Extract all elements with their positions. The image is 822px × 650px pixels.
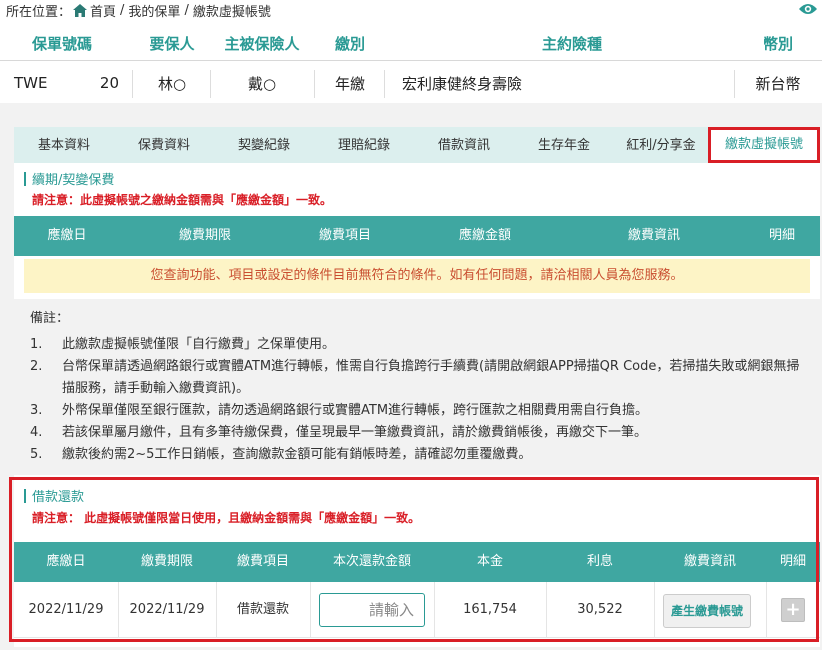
policy-product: 宏利康健終身壽險 (402, 74, 523, 93)
policy-applicant: 林○ (157, 74, 187, 93)
policy-table-header: 保單號碼 要保人 主被保險人 繳別 主約險種 幣別 (0, 27, 822, 61)
renewal-table-header: 應繳日 繳費期限 繳費項目 應繳金額 繳費資訊 明細 (14, 216, 820, 256)
remark-text: 外幣保單僅限至銀行匯款，請勿透過網路銀行或實體ATM進行轉帳，跨行匯款之相關費用… (62, 403, 649, 418)
remark-number: 4. (30, 425, 43, 440)
eye-icon[interactable] (798, 2, 818, 16)
policy-payment-mode: 年繳 (334, 74, 365, 93)
divider (210, 70, 211, 98)
no-data-message: 您查詢功能、項目或設定的條件目前無符合的條件。如有任何問題，請洽相關人員為您服務… (24, 259, 810, 293)
tab-basic-info[interactable]: 基本資料 (14, 127, 114, 163)
policy-number: TWE 20 (14, 74, 120, 92)
remark-text: 繳款後約需2~5工作日銷帳，查詢繳款金額可能有銷帳時差，請確認勿重覆繳費。 (62, 447, 532, 462)
remark-number: 1. (30, 337, 43, 352)
renewal-col-amount: 應繳金額 (458, 228, 511, 243)
tab-premium-info[interactable]: 保費資料 (114, 127, 214, 163)
tab-annuity[interactable]: 生存年金 (514, 127, 614, 163)
loan-section-highlight (9, 477, 819, 642)
remark-text: 台幣保單請透過網路銀行或實體ATM進行轉帳，惟需自行負擔跨行手續費(請開啟網銀A… (62, 359, 800, 396)
remark-number: 5. (30, 447, 43, 462)
remark-item: 2. 台幣保單請透過網路銀行或實體ATM進行轉帳，惟需自行負擔跨行手續費(請開啟… (30, 356, 808, 400)
tab-loan-info[interactable]: 借款資訊 (414, 127, 514, 163)
renewal-notice: 請注意：此虛擬帳號之繳納金額需與「應繳金額」一致。 (32, 193, 333, 207)
renewal-col-detail: 明細 (768, 228, 795, 243)
renewal-col-due-date: 應繳日 (47, 228, 87, 243)
divider (314, 70, 315, 98)
policy-col-number: 保單號碼 (32, 35, 93, 53)
breadcrumb-separator: / (184, 2, 189, 18)
remark-number: 3. (30, 403, 43, 418)
home-icon[interactable] (73, 3, 88, 17)
remark-item: 1. 此繳款虛擬帳號僅限「自行繳費」之保單使用。 (30, 334, 808, 356)
breadcrumb-current: 繳款虛擬帳號 (192, 4, 271, 20)
renewal-col-deadline: 繳費期限 (178, 228, 231, 243)
breadcrumb-home-link[interactable]: 首頁 (90, 1, 116, 20)
divider (132, 70, 133, 98)
renewal-title-text: 續期/契變保費 (32, 173, 115, 188)
policy-col-applicant: 要保人 (149, 35, 195, 53)
tab-dividend[interactable]: 紅利/分享金 (614, 127, 708, 163)
policy-currency: 新台幣 (755, 74, 801, 93)
breadcrumb-prefix: 所在位置： (6, 4, 72, 20)
breadcrumb-my-policies-link[interactable]: 我的保單 (128, 1, 180, 20)
remark-number: 2. (30, 359, 43, 374)
renewal-section-title: 續期/契變保費 (24, 169, 114, 188)
remarks-section: 備註： 1. 此繳款虛擬帳號僅限「自行繳費」之保單使用。 2. 台幣保單請透過網… (14, 299, 820, 475)
tab-bar: 基本資料 保費資料 契變紀錄 理賠紀錄 借款資訊 生存年金 紅利/分享金 繳款虛… (14, 127, 820, 163)
renewal-col-item: 繳費項目 (318, 228, 371, 243)
policy-col-product: 主約險種 (541, 35, 602, 53)
breadcrumb-separator: / (120, 2, 125, 18)
remark-text: 此繳款虛擬帳號僅限「自行繳費」之保單使用。 (62, 337, 336, 352)
tab-claim-record[interactable]: 理賠紀錄 (314, 127, 414, 163)
policy-col-currency: 幣別 (762, 35, 793, 53)
tab-change-record[interactable]: 契變紀錄 (214, 127, 314, 163)
renewal-col-payment-info: 繳費資訊 (627, 228, 680, 243)
remark-item: 3. 外幣保單僅限至銀行匯款，請勿透過網路銀行或實體ATM進行轉帳，跨行匯款之相… (30, 400, 808, 422)
tab-virtual-account[interactable]: 繳款虛擬帳號 (708, 127, 820, 163)
section-bar (24, 171, 26, 186)
policy-col-payment-mode: 繳別 (334, 35, 365, 53)
policy-col-insured: 主被保險人 (224, 35, 300, 53)
breadcrumb: 所在位置： 首頁 / 我的保單 / 繳款虛擬帳號 (6, 0, 822, 20)
remark-text: 若該保單屬月繳件，且有多筆待繳保費，僅呈現最早一筆繳費資訊，請於繳費銷帳後，再繳… (62, 425, 648, 440)
divider (384, 70, 385, 98)
remark-item: 5. 繳款後約需2~5工作日銷帳，查詢繳款金額可能有銷帳時差，請確認勿重覆繳費。 (30, 444, 808, 466)
remarks-title: 備註： (30, 311, 70, 326)
policy-insured: 戴○ (247, 74, 277, 93)
policy-row: TWE 20 林○ 戴○ 年繳 宏利康健終身壽險 新台幣 (0, 64, 822, 102)
divider (734, 70, 735, 98)
remark-item: 4. 若該保單屬月繳件，且有多筆待繳保費，僅呈現最早一筆繳費資訊，請於繳費銷帳後… (30, 422, 808, 444)
